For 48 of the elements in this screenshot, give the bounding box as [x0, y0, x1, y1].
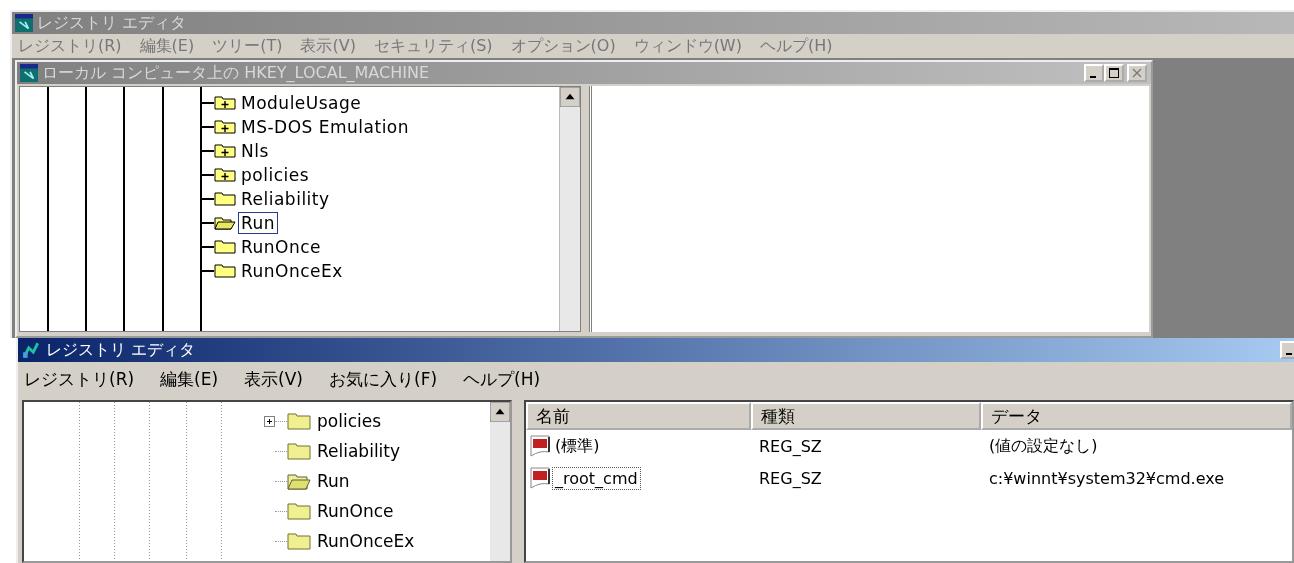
minimize-button[interactable]	[1280, 341, 1294, 359]
tree-item[interactable]: Run	[238, 212, 279, 234]
value-data: c:¥winnt¥system32¥cmd.exe	[988, 468, 1225, 488]
value-type: REG_SZ	[758, 468, 823, 488]
minimize-icon	[1090, 75, 1096, 78]
registry-icon	[22, 341, 40, 359]
maximize-button[interactable]	[1104, 64, 1124, 82]
menu-item[interactable]: ヘルプ(H)	[463, 367, 541, 391]
value-name[interactable]: _root_cmd	[552, 466, 641, 490]
window-title: レジストリ エディタ	[37, 12, 187, 34]
scrollbar[interactable]	[490, 402, 510, 561]
column-header[interactable]: 種類	[751, 402, 981, 430]
menu-item[interactable]: 編集(E)	[160, 367, 219, 391]
tree-item[interactable]: RunOnceEx	[238, 260, 346, 282]
string-value-icon	[530, 467, 552, 489]
scrollbar[interactable]	[559, 87, 580, 331]
tree-item[interactable]: Run	[317, 471, 350, 491]
scroll-up-button[interactable]	[560, 87, 580, 107]
maximize-icon	[1109, 68, 1119, 78]
tree-item[interactable]: ModuleUsage	[238, 92, 365, 114]
value-type: REG_SZ	[758, 436, 823, 456]
column-header[interactable]: 名前	[526, 402, 751, 430]
tree-item[interactable]: RunOnceEx	[317, 531, 415, 551]
tree-item[interactable]: policies	[317, 411, 382, 431]
tree-item[interactable]: Nls	[238, 140, 272, 162]
close-icon	[1132, 68, 1142, 78]
registry-icon	[15, 14, 33, 32]
minimize-button[interactable]	[1084, 64, 1104, 82]
column-header[interactable]: データ	[981, 402, 1292, 430]
close-button[interactable]	[1127, 64, 1147, 82]
tree-item[interactable]: policies	[238, 164, 313, 186]
minimize-icon	[1286, 352, 1292, 355]
value-name[interactable]: (標準)	[552, 433, 603, 459]
tree-item[interactable]: MS-DOS Emulation	[238, 116, 413, 138]
window-title: レジストリ エディタ	[46, 339, 196, 361]
menu-item[interactable]: レジストリ(R)	[24, 367, 135, 391]
tree-item[interactable]: RunOnce	[317, 501, 394, 521]
scroll-up-button[interactable]	[490, 402, 510, 422]
tree-item[interactable]: Reliability	[317, 441, 401, 461]
menu-item[interactable]: お気に入り(F)	[329, 367, 438, 391]
tree-item[interactable]: Reliability	[238, 188, 333, 210]
string-value-icon	[530, 435, 552, 457]
value-data: (値の設定なし)	[988, 435, 1098, 457]
expand-icon[interactable]	[264, 415, 275, 427]
window-title: ローカル コンピュータ上の HKEY_LOCAL_MACHINE	[42, 62, 429, 84]
tree-item[interactable]: RunOnce	[238, 236, 325, 258]
menu-item[interactable]: 表示(V)	[244, 367, 303, 391]
registry-icon	[20, 64, 38, 82]
